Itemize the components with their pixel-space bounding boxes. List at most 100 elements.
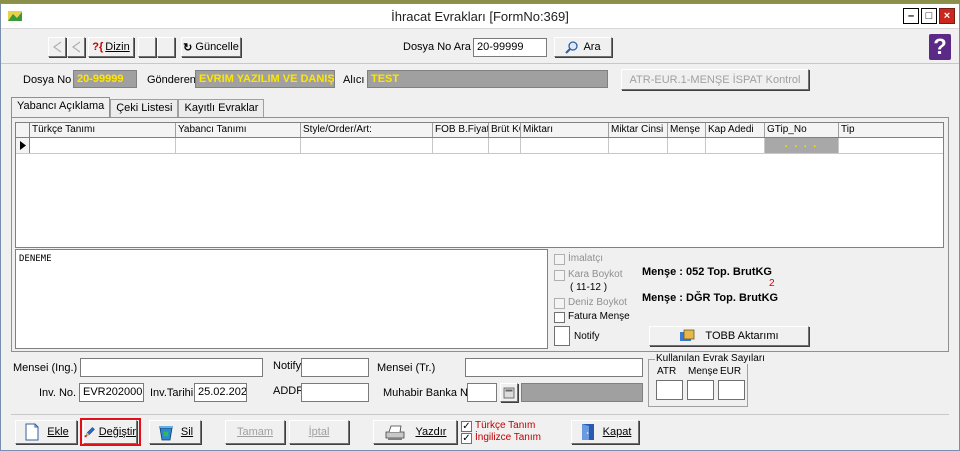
kara-boykot-box xyxy=(554,270,565,281)
cell-tip[interactable] xyxy=(839,138,917,153)
window-controls: – □ × xyxy=(903,8,955,24)
col-brut-kg[interactable]: Brüt KG xyxy=(489,123,521,137)
mensei-tr-input[interactable] xyxy=(465,358,643,377)
atr-count-input[interactable] xyxy=(656,380,683,400)
cell-mense[interactable] xyxy=(668,138,706,153)
guncelle-button[interactable]: ↻ Güncelle xyxy=(181,37,241,57)
muhabir-lookup-button[interactable] xyxy=(500,383,518,402)
addr-label: ADDR xyxy=(273,385,305,397)
turkce-tanim-label: Türkçe Tanım xyxy=(475,420,536,431)
summary-line-1: Menşe : 052 Top. BrutKG xyxy=(642,266,772,278)
delete-bin-icon xyxy=(158,426,173,441)
calculator-icon xyxy=(503,387,515,398)
turkce-tanim-check-icon: ✓ xyxy=(461,421,472,432)
mense-count-input[interactable] xyxy=(687,380,714,400)
eur-count-input[interactable] xyxy=(718,380,745,400)
yazdir-label: Yazdır xyxy=(415,426,447,438)
kara-boykot-checkbox[interactable]: Kara Boykot xyxy=(554,269,622,281)
col-fob-b-fiyati[interactable]: FOB B.Fiyatı xyxy=(433,123,489,137)
muhabir-banka-input[interactable] xyxy=(467,383,497,402)
exit-door-icon xyxy=(581,424,594,440)
detail-form: Mensei (Ing.) Notify Mensei (Tr.) Inv. N… xyxy=(11,353,949,412)
atr-label: ATR xyxy=(657,366,677,377)
fatura-mense-checkbox[interactable]: Fatura Menşe xyxy=(554,311,630,323)
alici-value: TEST xyxy=(367,70,608,88)
yazdir-button[interactable]: Yazdır xyxy=(373,420,457,444)
col-style-order-art[interactable]: Style/Order/Art: xyxy=(301,123,433,137)
cell-miktar-cinsi[interactable] xyxy=(609,138,668,153)
aciklama-memo[interactable]: DENEME xyxy=(15,249,548,349)
notify-checkbox[interactable] xyxy=(554,326,570,346)
cell-fob[interactable] xyxy=(433,138,489,153)
col-kap-adedi[interactable]: Kap Adedi xyxy=(706,123,765,137)
summary-line-2: Menşe : DĞR Top. BrutKG xyxy=(642,292,779,304)
kapat-button[interactable]: Kapat xyxy=(571,420,639,444)
iptal-button[interactable]: İptal xyxy=(289,420,349,444)
last-record-button[interactable] xyxy=(157,37,175,57)
next-record-button[interactable] xyxy=(138,37,156,57)
bottom-button-bar: Ekle Değiştir Sil Tamam İptal Yazdır ✓ T… xyxy=(11,414,949,446)
kara-boykot-label: Kara Boykot xyxy=(568,269,623,280)
items-grid[interactable]: Türkçe Tanımı Yabancı Tanımı Style/Order… xyxy=(15,122,944,248)
prev-record-button[interactable] xyxy=(67,37,85,57)
tab-ceki-listesi[interactable]: Çeki Listesi xyxy=(110,99,179,117)
kara-boykot-sub-label: ( 11-12 ) xyxy=(570,282,608,293)
table-row[interactable]: . . . . xyxy=(16,138,943,154)
turkce-tanim-checkbox[interactable]: ✓ Türkçe Tanım xyxy=(461,420,535,432)
iptal-label: İptal xyxy=(308,426,330,438)
dosya-no-label: Dosya No xyxy=(23,74,72,86)
cell-style[interactable] xyxy=(301,138,433,153)
prev-arrow-icon xyxy=(71,41,81,53)
cell-miktari[interactable] xyxy=(521,138,609,153)
addr-input[interactable] xyxy=(301,383,369,402)
ingilizce-tanim-checkbox[interactable]: ✓ İngilizce Tanım xyxy=(461,432,541,444)
ara-button[interactable]: Ara xyxy=(554,37,612,57)
deniz-boykot-checkbox[interactable]: Deniz Boykot xyxy=(554,297,627,309)
tab-yabanci-aciklama[interactable]: Yabancı Açıklama xyxy=(11,97,111,117)
help-icon[interactable]: ? xyxy=(929,34,951,60)
dizin-label: Dizin xyxy=(105,41,130,53)
col-mense[interactable]: Menşe xyxy=(668,123,706,137)
tab-kayitli-evraklar[interactable]: Kayıtlı Evraklar xyxy=(178,99,265,117)
notify-field-label: Notify xyxy=(273,360,302,372)
inv-tarihi-input[interactable]: 25.02.2020 xyxy=(194,383,247,402)
fatura-mense-label: Fatura Menşe xyxy=(568,311,630,322)
search-icon xyxy=(565,41,579,54)
cell-gtip-no[interactable]: . . . . xyxy=(765,138,839,153)
tamam-button[interactable]: Tamam xyxy=(225,420,285,444)
col-turkce-tanimi[interactable]: Türkçe Tanımı xyxy=(30,123,176,137)
first-record-button[interactable] xyxy=(48,37,66,57)
cell-brut-kg[interactable] xyxy=(489,138,521,153)
tobb-aktarimi-button[interactable]: TOBB Aktarımı xyxy=(649,326,809,346)
col-gtip-no[interactable]: GTip_No xyxy=(765,123,839,137)
mense-count-label: Menşe xyxy=(688,366,719,377)
evrak-sayilari-title: Kullanılan Evrak Sayıları xyxy=(655,353,766,364)
cell-turkce-tanimi[interactable] xyxy=(30,138,176,153)
notify-input[interactable] xyxy=(301,358,369,377)
dosya-no-value: 20-99999 xyxy=(73,70,137,88)
muhabir-banka-label: Muhabir Banka No xyxy=(383,387,475,399)
col-miktari[interactable]: Miktarı xyxy=(521,123,609,137)
maximize-button[interactable]: □ xyxy=(921,8,937,24)
col-tip[interactable]: Tip xyxy=(839,123,917,137)
col-yabanci-tanimi[interactable]: Yabancı Tanımı xyxy=(176,123,301,137)
title-bar: İhracat Evrakları [FormNo:369] – □ × xyxy=(1,4,959,29)
cell-yabanci-tanimi[interactable] xyxy=(176,138,301,153)
imalatci-checkbox[interactable]: İmalatçı xyxy=(554,253,603,265)
minimize-button[interactable]: – xyxy=(903,8,919,24)
gonderen-value: EVRIM YAZILIM VE DANIŞ xyxy=(195,70,335,88)
inv-tarihi-label: Inv.Tarihi xyxy=(150,387,194,399)
mensei-tr-label: Mensei (Tr.) xyxy=(377,362,436,374)
mensei-ing-input[interactable] xyxy=(80,358,263,377)
inv-no-input[interactable]: EVR202000 xyxy=(79,383,144,402)
window-title: İhracat Evrakları [FormNo:369] xyxy=(391,9,569,24)
close-button[interactable]: × xyxy=(939,8,955,24)
cell-kap-adedi[interactable] xyxy=(706,138,765,153)
col-miktar-cinsi[interactable]: Miktar Cinsi xyxy=(609,123,668,137)
ekle-button[interactable]: Ekle xyxy=(15,420,77,444)
atr-kontrol-button[interactable]: ATR-EUR.1-MENŞE İSPAT Kontrol xyxy=(621,69,809,90)
sil-button[interactable]: Sil xyxy=(149,420,201,444)
inv-no-label: Inv. No. xyxy=(39,387,77,399)
dosya-no-ara-input[interactable]: 20-99999 xyxy=(473,38,547,57)
dizin-button[interactable]: ?{ Dizin xyxy=(88,37,134,57)
